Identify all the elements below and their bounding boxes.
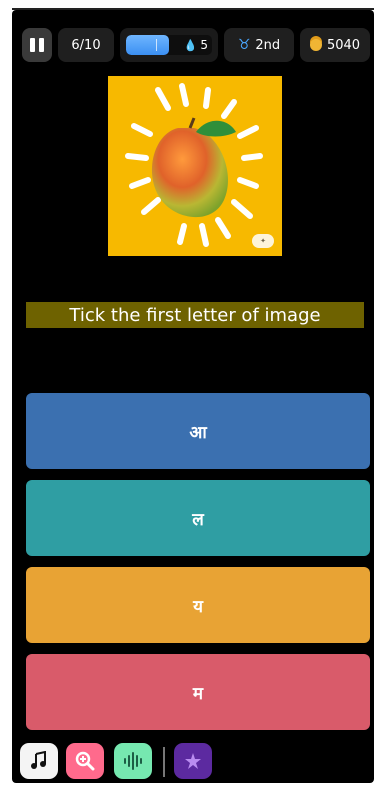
timer-value: 5 <box>200 38 208 52</box>
rank-badge: ♉ 2nd <box>224 28 294 62</box>
answer-option-2[interactable]: ल <box>26 480 370 556</box>
image-watermark-badge: ✦ <box>252 234 274 248</box>
rank-label: 2nd <box>255 37 281 53</box>
answer-option-label: ल <box>192 509 204 530</box>
answer-option-label: आ <box>189 422 207 443</box>
power-up-icon <box>185 753 201 769</box>
power-up-button[interactable] <box>174 743 212 779</box>
timer-fill <box>126 35 169 55</box>
answer-option-label: म <box>192 683 204 704</box>
question-progress-label: 6/10 <box>71 37 101 53</box>
answer-option-1[interactable]: आ <box>26 393 370 469</box>
top-bar: 6/10 💧 5 ♉ 2nd 5040 <box>18 26 370 66</box>
music-note-icon <box>31 751 46 769</box>
answer-option-3[interactable]: य <box>26 567 370 643</box>
rank-medal-icon: ♉ <box>237 37 251 53</box>
answer-option-4[interactable]: म <box>26 654 370 730</box>
question-progress: 6/10 <box>58 28 114 62</box>
audio-wave-icon <box>124 752 142 770</box>
game-screen: 6/10 💧 5 ♉ 2nd 5040 ✦ Tick the first let… <box>12 10 374 783</box>
music-button[interactable] <box>20 743 58 779</box>
coin-stack-icon <box>309 39 322 51</box>
audio-hint-button[interactable] <box>114 743 152 779</box>
pause-icon <box>30 38 35 52</box>
zoom-button[interactable] <box>66 743 104 779</box>
coin-balance: 5040 <box>300 28 370 62</box>
coin-count: 5040 <box>326 37 361 53</box>
timer-bar: 💧 5 <box>120 28 218 62</box>
zoom-icon <box>75 751 95 771</box>
answer-option-label: य <box>193 596 203 617</box>
pause-button[interactable] <box>22 28 52 62</box>
toolbar-divider <box>163 747 165 777</box>
drop-icon: 💧 <box>183 38 198 52</box>
bottom-toolbar <box>18 743 368 781</box>
question-image: ✦ <box>108 76 282 256</box>
question-instruction: Tick the first letter of image <box>26 302 364 328</box>
mango-icon <box>125 83 263 247</box>
